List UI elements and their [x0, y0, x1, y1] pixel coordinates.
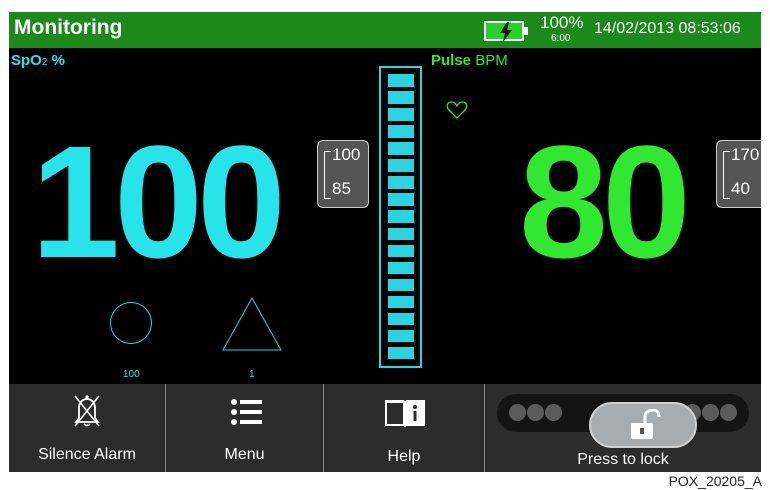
spo2-limit-low: 85 [332, 179, 351, 198]
spo2-label-main: SpO [11, 52, 42, 69]
bargraph-segment [388, 193, 414, 206]
pulse-label-main: Pulse [431, 52, 472, 69]
monitor-screen: Monitoring 100% 6:00 14/02/2013 08:53:06… [9, 12, 761, 472]
spo2-value: 100 [31, 112, 286, 291]
heart-icon [446, 101, 468, 119]
bargraph-segment [388, 142, 414, 155]
pulse-value: 80 [519, 112, 691, 291]
bargraph-segment [388, 295, 414, 309]
silence-alarm-label: Silence Alarm [38, 446, 136, 463]
press-to-lock-label: Press to lock [577, 451, 669, 468]
pulse-limit-high: 170 [731, 145, 760, 164]
perfusion-circle-indicator [110, 302, 152, 344]
pulse-label-unit: BPM [471, 52, 508, 69]
bargraph-segment [388, 176, 414, 189]
battery-tip [524, 27, 528, 35]
perfusion-triangle-indicator [222, 296, 282, 351]
pulse-amplitude-bargraph [379, 66, 422, 368]
circle-indicator-label: 100 [123, 369, 140, 380]
spo2-limit-bracket [324, 151, 331, 199]
help-book-icon [385, 400, 425, 428]
slider-dot [527, 404, 544, 421]
menu-list-icon [231, 399, 262, 425]
bargraph-segment [388, 261, 414, 275]
bargraph-segment [388, 108, 414, 121]
pulse-alarm-limits[interactable]: 170 40 [716, 140, 761, 208]
charging-bolt-icon [500, 22, 512, 42]
lock-slider-track[interactable] [497, 394, 749, 448]
screen-title: Monitoring [14, 16, 123, 39]
bargraph-segment [388, 346, 414, 360]
pulse-limit-bracket [723, 151, 730, 199]
silenced-bell-icon [74, 395, 100, 427]
slider-dot [509, 404, 526, 421]
spo2-label: SpO2 % [11, 52, 65, 69]
lock-area: Press to lock [485, 384, 761, 472]
figure-caption: POX_20205_A [668, 473, 762, 489]
menu-button[interactable]: Menu [166, 384, 324, 472]
help-button[interactable]: Help [324, 384, 485, 472]
date-time: 14/02/2013 08:53:06 [594, 20, 741, 37]
bargraph-segment [388, 91, 414, 104]
silence-alarm-button[interactable]: Silence Alarm [9, 384, 166, 472]
bargraph-segment [388, 244, 414, 258]
slider-dot [702, 404, 719, 421]
bargraph-segment [388, 210, 414, 224]
spo2-label-unit: % [47, 52, 65, 69]
slider-dot [720, 404, 737, 421]
bargraph-segment [388, 227, 414, 241]
pulse-label: Pulse BPM [431, 52, 508, 69]
bargraph-segment [388, 329, 414, 343]
header-bar: Monitoring 100% 6:00 14/02/2013 08:53:06 [9, 12, 761, 48]
triangle-indicator-label: 1 [249, 369, 255, 380]
bargraph-segment [388, 278, 414, 292]
spo2-limit-high: 100 [332, 145, 361, 164]
bargraph-segment [388, 312, 414, 326]
pulse-limit-low: 40 [731, 179, 750, 198]
battery-percent: 100% [540, 13, 584, 32]
menu-label: Menu [224, 446, 265, 463]
battery-time: 6:00 [551, 33, 571, 44]
slider-dot [545, 404, 562, 421]
unlocked-padlock-icon [631, 409, 661, 439]
footer-bar: Silence Alarm Menu Help Press to lock [9, 384, 761, 472]
bargraph-segment [388, 159, 414, 172]
bargraph-segment [388, 125, 414, 138]
lock-slider-knob[interactable] [589, 402, 697, 448]
battery-charging-icon [484, 21, 524, 42]
bargraph-segment [388, 74, 414, 87]
help-label: Help [387, 448, 421, 465]
spo2-alarm-limits[interactable]: 100 85 [317, 140, 369, 208]
